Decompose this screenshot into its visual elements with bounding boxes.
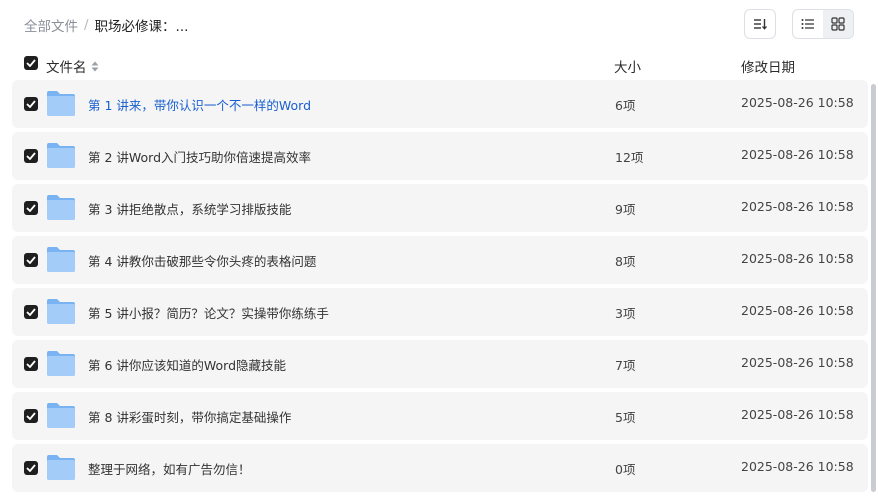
file-row[interactable]: 第 2 讲Word入门技巧助你倍速提高效率 12项 2025-08-26 10:… <box>12 132 868 180</box>
file-name[interactable]: 整理于网络，如有广告勿信！ <box>88 459 251 478</box>
sort-arrows-icon <box>91 61 99 72</box>
breadcrumb-current: 职场必修课：... <box>94 19 189 35</box>
file-name[interactable]: 第 5 讲小报？简历？论文？实操带你练练手 <box>88 303 329 322</box>
file-size: 5项 <box>615 410 636 425</box>
file-name[interactable]: 第 4 讲教你击破那些令你头疼的表格问题 <box>88 251 316 270</box>
folder-icon <box>47 91 75 116</box>
row-checkbox[interactable] <box>24 409 38 423</box>
file-list-header: 文件名 大小 修改日期 <box>0 52 878 78</box>
file-list: 第 1 讲来，带你认识一个不一样的Word 6项 2025-08-26 10:5… <box>12 80 868 496</box>
folder-icon <box>47 195 75 220</box>
select-all-checkbox[interactable] <box>24 56 38 70</box>
row-checkbox[interactable] <box>24 201 38 215</box>
folder-icon <box>47 455 75 480</box>
name-column-label: 文件名 <box>46 60 87 76</box>
file-size: 3项 <box>615 306 636 321</box>
check-icon <box>26 464 36 472</box>
check-icon <box>26 204 36 212</box>
sort-icon <box>754 19 767 30</box>
check-icon <box>26 308 36 316</box>
file-size: 8项 <box>615 254 636 269</box>
row-checkbox[interactable] <box>24 97 38 111</box>
row-checkbox[interactable] <box>24 357 38 371</box>
file-row[interactable]: 第 1 讲来，带你认识一个不一样的Word 6项 2025-08-26 10:5… <box>12 80 868 128</box>
file-date: 2025-08-26 10:58 <box>741 407 854 422</box>
folder-icon <box>47 351 75 376</box>
row-checkbox[interactable] <box>24 461 38 475</box>
file-date: 2025-08-26 10:58 <box>741 147 854 162</box>
check-icon <box>26 152 36 160</box>
file-date: 2025-08-26 10:58 <box>741 95 854 110</box>
folder-icon <box>47 299 75 324</box>
file-name[interactable]: 第 8 讲彩蛋时刻，带你搞定基础操作 <box>88 407 291 426</box>
grid-view-icon <box>831 17 845 31</box>
file-date: 2025-08-26 10:58 <box>741 459 854 474</box>
list-view-icon <box>801 19 814 29</box>
folder-icon <box>47 247 75 272</box>
scrollbar[interactable] <box>871 84 876 492</box>
row-checkbox[interactable] <box>24 149 38 163</box>
file-size: 9项 <box>615 202 636 217</box>
file-size: 6项 <box>615 98 636 113</box>
file-date: 2025-08-26 10:58 <box>741 355 854 370</box>
file-size: 12项 <box>615 150 644 165</box>
top-bar: 全部文件 / 职场必修课：... <box>0 0 878 48</box>
file-row[interactable]: 第 5 讲小报？简历？论文？实操带你练练手 3项 2025-08-26 10:5… <box>12 288 868 336</box>
check-icon <box>26 100 36 108</box>
file-name[interactable]: 第 3 讲拒绝散点，系统学习排版技能 <box>88 199 291 218</box>
file-date: 2025-08-26 10:58 <box>741 251 854 266</box>
breadcrumb: 全部文件 / 职场必修课：... <box>24 15 188 35</box>
size-column-header[interactable]: 大小 <box>614 56 641 76</box>
list-view-button[interactable] <box>793 10 823 38</box>
file-row[interactable]: 整理于网络，如有广告勿信！ 0项 2025-08-26 10:58 <box>12 444 868 492</box>
breadcrumb-separator: / <box>84 17 89 33</box>
file-size: 7项 <box>615 358 636 373</box>
row-checkbox[interactable] <box>24 305 38 319</box>
file-name[interactable]: 第 2 讲Word入门技巧助你倍速提高效率 <box>88 147 311 166</box>
sort-button[interactable] <box>744 9 776 39</box>
checkbox <box>24 56 38 70</box>
file-date: 2025-08-26 10:58 <box>741 303 854 318</box>
file-row[interactable]: 第 8 讲彩蛋时刻，带你搞定基础操作 5项 2025-08-26 10:58 <box>12 392 868 440</box>
file-row[interactable]: 第 3 讲拒绝散点，系统学习排版技能 9项 2025-08-26 10:58 <box>12 184 868 232</box>
check-icon <box>26 59 36 67</box>
row-checkbox[interactable] <box>24 253 38 267</box>
check-icon <box>26 360 36 368</box>
name-column-header[interactable]: 文件名 <box>46 56 99 76</box>
breadcrumb-root-link[interactable]: 全部文件 <box>24 15 78 35</box>
file-name[interactable]: 第 1 讲来，带你认识一个不一样的Word <box>88 95 311 114</box>
file-row[interactable]: 第 6 讲你应该知道的Word隐藏技能 7项 2025-08-26 10:58 <box>12 340 868 388</box>
grid-view-button[interactable] <box>823 10 853 38</box>
file-row[interactable]: 第 4 讲教你击破那些令你头疼的表格问题 8项 2025-08-26 10:58 <box>12 236 868 284</box>
file-date: 2025-08-26 10:58 <box>741 199 854 214</box>
folder-icon <box>47 143 75 168</box>
check-icon <box>26 412 36 420</box>
check-icon <box>26 256 36 264</box>
file-name[interactable]: 第 6 讲你应该知道的Word隐藏技能 <box>88 355 286 374</box>
file-size: 0项 <box>615 462 636 477</box>
date-column-header[interactable]: 修改日期 <box>741 56 795 76</box>
folder-icon <box>47 403 75 428</box>
view-toggle-group <box>792 9 854 39</box>
